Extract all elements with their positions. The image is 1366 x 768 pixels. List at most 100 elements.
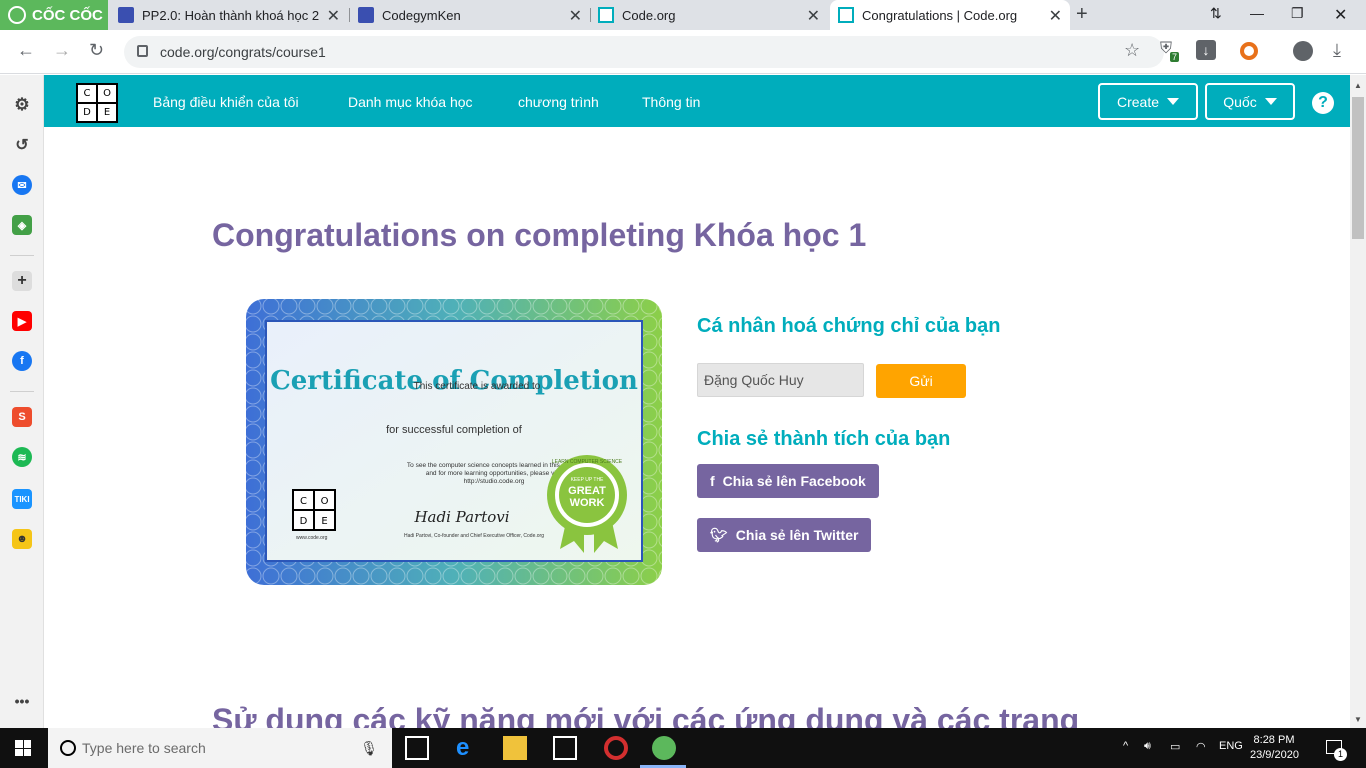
minimize-icon[interactable]: — [1250, 5, 1264, 21]
restore-icon[interactable]: ❐ [1291, 5, 1304, 22]
close-tab-icon[interactable]: ✕ [569, 6, 582, 26]
create-button[interactable]: Create [1098, 83, 1198, 120]
taskbar-search-box[interactable]: Type here to search 🎙︎ [48, 728, 392, 768]
language-indicator[interactable]: ENG [1219, 740, 1243, 752]
certificate-image: Certificate of Completion This certifica… [246, 299, 662, 585]
codeorg-logo[interactable]: C O D E [76, 83, 118, 123]
codeorg-navbar: C O D E Bảng điều khiển của tôi Danh mục… [44, 75, 1350, 127]
forward-icon[interactable]: → [53, 40, 71, 61]
tab-codeorg[interactable]: Code.org ✕ [590, 0, 828, 30]
tiki-icon[interactable]: TIKI [12, 489, 32, 509]
profile-avatar-icon[interactable] [1293, 41, 1313, 61]
clock-date: 23/9/2020 [1250, 749, 1299, 761]
certificate-completion: for successful completion of [386, 424, 523, 436]
country-button[interactable]: Quốc [1205, 83, 1295, 120]
chevron-down-icon [1264, 98, 1277, 105]
game-icon[interactable]: ◈ [12, 215, 32, 235]
logo-letter: D [78, 104, 96, 121]
facebook-icon[interactable]: f [12, 351, 32, 371]
microphone-icon[interactable]: 🎙︎ [360, 740, 378, 757]
close-window-icon[interactable]: ✕ [1334, 5, 1347, 25]
coccoc-extension-icon[interactable] [1240, 42, 1258, 60]
download-extension-icon[interactable]: ↓ [1196, 40, 1216, 60]
messenger-icon[interactable]: ✉ [12, 175, 32, 195]
address-bar[interactable]: code.org/congrats/course1 [124, 36, 1164, 68]
battery-icon[interactable]: ▭ [1170, 740, 1180, 753]
history-icon[interactable]: ↺ [12, 135, 32, 155]
certificate-signature: Hadi Partovi [413, 508, 509, 526]
task-view-icon[interactable] [405, 736, 429, 760]
svg-text:LEARN COMPUTER SCIENCE: LEARN COMPUTER SCIENCE [552, 459, 623, 465]
tab-title: Code.org [622, 7, 676, 23]
youtube-icon[interactable]: ▶ [12, 311, 32, 331]
svg-text:C: C [300, 496, 307, 507]
spotify-icon[interactable]: ≋ [12, 447, 32, 467]
share-facebook-button[interactable]: f Chia sẻ lên Facebook [697, 464, 879, 498]
certificate-signer: Hadi Partovi, Co-founder and Chief Execu… [404, 533, 544, 539]
settings-icon[interactable]: ⚙ [12, 95, 32, 115]
certificate-desc3: http://studio.code.org [464, 478, 525, 485]
nav-course-catalog[interactable]: Danh mục khóa học [348, 94, 473, 110]
new-tab-icon[interactable]: + [1076, 3, 1088, 26]
store-icon[interactable] [553, 736, 577, 760]
svg-text:D: D [300, 516, 308, 527]
scroll-down-icon[interactable]: ▼ [1354, 715, 1362, 724]
coccoc-menu-button[interactable]: CỐC CỐC [0, 0, 108, 30]
windows-taskbar: Type here to search 🎙︎ e ^ 🔊︎ ▭ ◠ ENG 8:… [0, 728, 1366, 768]
nav-dashboard[interactable]: Bảng điều khiển của tôi [153, 94, 299, 110]
logo-letter: E [98, 104, 116, 121]
show-hidden-icons-icon[interactable]: ^ [1123, 740, 1128, 752]
close-tab-icon[interactable]: ✕ [327, 6, 340, 26]
tab-congratulations[interactable]: Congratulations | Code.org ✕ [830, 0, 1070, 30]
close-tab-icon[interactable]: ✕ [807, 6, 820, 26]
tab-codegymken[interactable]: CodegymKen ✕ [350, 0, 590, 30]
share-twitter-button[interactable]: 🐦︎ Chia sẻ lên Twitter [697, 518, 872, 552]
scroll-thumb[interactable] [1352, 97, 1364, 239]
certificate-name-input[interactable] [697, 363, 864, 397]
browser-brand: CỐC CỐC [32, 6, 103, 24]
scroll-up-icon[interactable]: ▲ [1354, 81, 1362, 90]
browser-toolbar: ← → ↻ code.org/congrats/course1 ☆ ⛨ 7 ↓ … [0, 30, 1366, 74]
game-app-icon[interactable]: ☻ [12, 529, 32, 549]
apps-heading: Sử dụng các kỹ năng mới với các ứng dụng… [212, 702, 1080, 728]
wifi-icon[interactable]: ◠ [1196, 740, 1206, 753]
tab-search-icon[interactable]: ⇅ [1210, 5, 1222, 22]
tab-strip: CỐC CỐC PP2.0: Hoàn thành khoá học 2 ✕ C… [0, 0, 1366, 30]
coccoc-taskbar-icon[interactable] [652, 736, 676, 760]
url-text: code.org/congrats/course1 [160, 44, 326, 60]
close-tab-icon[interactable]: ✕ [1049, 6, 1062, 26]
nav-about[interactable]: Thông tin [642, 94, 700, 110]
logo-letter: C [78, 85, 96, 102]
svg-text:KEEP UP THE: KEEP UP THE [571, 477, 604, 483]
file-explorer-icon[interactable] [503, 736, 527, 760]
add-sidebar-app-icon[interactable]: + [12, 271, 32, 291]
edge-icon[interactable]: e [456, 736, 480, 760]
share-twitter-label: Chia sẻ lên Twitter [735, 527, 859, 543]
browser-sidebar: ⚙ ↺ ✉ ◈ + ▶ f S ≋ TIKI ☻ ••• [0, 75, 44, 728]
volume-icon[interactable]: 🔊︎ [1144, 740, 1151, 753]
back-icon[interactable]: ← [17, 40, 35, 61]
certificate-desc2: and for more learning opportunities, ple… [426, 470, 563, 477]
windows-start-icon[interactable] [15, 740, 31, 756]
more-icon[interactable]: ••• [12, 691, 32, 711]
help-icon[interactable]: ? [1312, 92, 1334, 114]
tab-title: CodegymKen [382, 7, 461, 23]
codegym-favicon-icon [358, 7, 374, 23]
garena-icon[interactable] [604, 736, 628, 760]
country-label: Quốc [1223, 93, 1257, 110]
tab-pp2[interactable]: PP2.0: Hoàn thành khoá học 2 ✕ [110, 0, 348, 30]
nav-projects[interactable]: chương trình [518, 94, 599, 110]
submit-button[interactable]: Gửi [876, 364, 966, 398]
svg-text:O: O [321, 496, 329, 507]
downloads-icon[interactable]: ⤓ [1333, 40, 1341, 61]
svg-text:E: E [321, 516, 327, 527]
logo-letter: O [98, 85, 116, 102]
lock-icon [137, 45, 148, 57]
certificate-code-logo: C O D E [292, 489, 336, 531]
main-content: Congratulations on completing Khóa học 1… [44, 127, 1350, 728]
system-clock[interactable]: 8:28 PM 23/9/2020 [1250, 733, 1299, 763]
reload-icon[interactable]: ↻ [89, 40, 104, 61]
page-scrollbar[interactable]: ▲ ▼ [1350, 75, 1366, 728]
bookmark-star-icon[interactable]: ☆ [1124, 40, 1140, 61]
shopee-icon[interactable]: S [12, 407, 32, 427]
